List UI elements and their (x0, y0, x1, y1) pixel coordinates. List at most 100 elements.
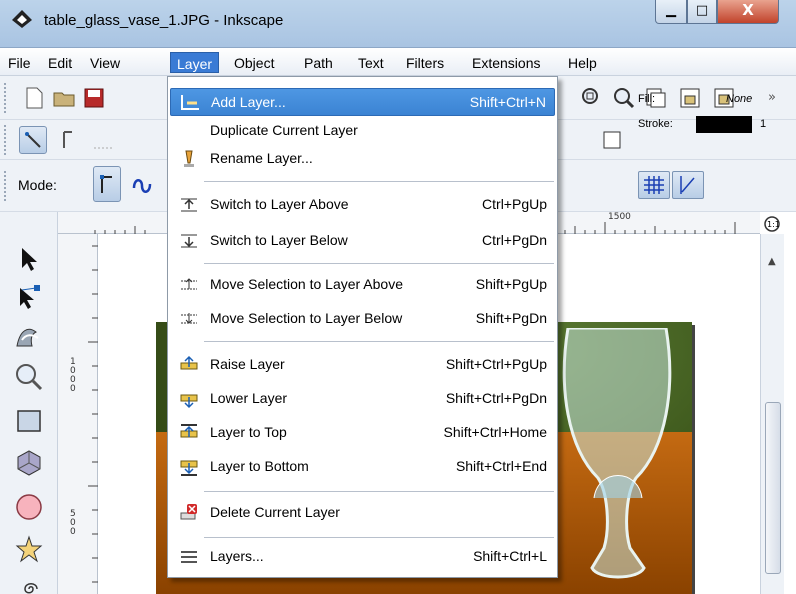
menu-switch-layer-above[interactable]: Switch to Layer Above Ctrl+PgUp (170, 191, 555, 219)
stroke-width-value[interactable]: 1 (760, 118, 766, 130)
menu-layer-to-bottom[interactable]: Layer to Bottom Shift+Ctrl+End (170, 453, 555, 481)
menu-path[interactable]: Path (298, 52, 339, 73)
lower-layer-label: Lower Layer (210, 390, 288, 406)
menu-separator (204, 181, 554, 182)
layer-to-bottom-label: Layer to Bottom (210, 458, 309, 474)
menu-extensions[interactable]: Extensions (466, 52, 546, 73)
menu-separator (204, 491, 554, 492)
add-layer-label: Add Layer... (211, 94, 286, 110)
snap-bbox-icon[interactable] (60, 128, 84, 152)
toolbar-grip[interactable] (4, 83, 12, 113)
switch-below-icon (181, 234, 197, 248)
raise-layer-label: Raise Layer (210, 356, 285, 372)
close-button[interactable]: X (717, 0, 779, 24)
layer-menu: Add Layer... Shift+Ctrl+N Duplicate Curr… (167, 76, 558, 578)
stroke-label: Stroke: (638, 118, 673, 130)
vertical-scrollbar[interactable]: ▲ (760, 234, 784, 594)
menu-separator (204, 263, 554, 264)
menu-add-layer[interactable]: Add Layer... Shift+Ctrl+N (170, 88, 555, 116)
menu-edit[interactable]: Edit (42, 52, 78, 73)
spiro-mode-icon[interactable] (130, 174, 154, 198)
rectangle-tool-icon[interactable] (14, 406, 44, 436)
menu-lower-layer[interactable]: Lower Layer Shift+Ctrl+PgDn (170, 385, 555, 413)
menu-layers-dialog[interactable]: Layers... Shift+Ctrl+L (170, 543, 555, 571)
maximize-button[interactable]: □ (687, 0, 717, 24)
spiral-tool-icon[interactable] (14, 574, 44, 594)
menu-filters[interactable]: Filters (400, 52, 450, 73)
layer-to-top-label: Layer to Top (210, 424, 287, 440)
toolbar-grip[interactable] (4, 171, 12, 201)
new-document-icon[interactable] (22, 86, 46, 110)
ruler-label-500: 5 0 0 (70, 509, 76, 537)
menu-separator (204, 341, 554, 342)
close-icon: X (742, 1, 754, 19)
raise-layer-shortcut: Shift+Ctrl+PgUp (445, 356, 547, 372)
minimize-icon: ▁ (666, 3, 676, 18)
3d-box-tool-icon[interactable] (14, 448, 44, 478)
move-selection-above-label: Move Selection to Layer Above (210, 276, 404, 292)
mode-regular-bezier-button[interactable] (93, 166, 121, 202)
tweak-tool-icon[interactable] (14, 320, 44, 350)
switch-above-label: Switch to Layer Above (210, 196, 349, 212)
open-folder-icon[interactable] (52, 86, 76, 110)
menu-layer-to-top[interactable]: Layer to Top Shift+Ctrl+Home (170, 419, 555, 447)
zoom-1-1-icon[interactable]: 1:1 (763, 216, 785, 234)
zoom-tool-icon[interactable] (14, 362, 44, 392)
bezier-mode-icon (100, 175, 112, 193)
add-layer-shortcut: Shift+Ctrl+N (469, 94, 546, 110)
menu-raise-layer[interactable]: Raise Layer Shift+Ctrl+PgUp (170, 351, 555, 379)
maximize-icon: □ (695, 3, 709, 18)
layers-dialog-icon (181, 551, 197, 563)
scrollbar-thumb[interactable] (765, 402, 781, 574)
ruler-label-1000: 1 0 0 0 (70, 357, 76, 394)
stroke-swatch[interactable] (696, 116, 752, 133)
menu-text-label: Text (358, 55, 384, 71)
menu-file[interactable]: File (2, 52, 37, 73)
menu-delete-layer[interactable]: Delete Current Layer (170, 499, 555, 527)
minimize-button[interactable]: ▁ (655, 0, 687, 24)
fill-value[interactable]: None (726, 93, 752, 105)
window-title: table_glass_vase_1.JPG - Inkscape (44, 12, 284, 29)
snap-toggle-button[interactable] (19, 126, 47, 154)
scroll-up-icon[interactable]: ▲ (768, 256, 776, 267)
menu-help[interactable]: Help (562, 52, 603, 73)
layer-to-top-shortcut: Shift+Ctrl+Home (443, 424, 547, 440)
layer-to-bottom-icon (180, 460, 198, 476)
vertical-ruler-ticks (88, 245, 98, 583)
switch-above-icon (181, 198, 197, 212)
menu-layer[interactable]: Layer (170, 52, 220, 73)
lower-layer-shortcut: Shift+Ctrl+PgDn (445, 390, 547, 406)
menu-move-selection-above[interactable]: Move Selection to Layer Above Shift+PgUp (170, 271, 555, 299)
menu-view-label: View (90, 55, 121, 71)
zoom-page-icon[interactable] (612, 86, 636, 110)
menu-help-label: Help (568, 55, 597, 71)
delete-layer-icon (180, 504, 197, 520)
snap-nodes-icon[interactable] (92, 128, 116, 152)
toolbar-overflow-icon[interactable]: » (768, 90, 792, 114)
menu-view[interactable]: View (84, 52, 126, 73)
snap-page-icon[interactable] (600, 128, 624, 152)
menu-switch-layer-below[interactable]: Switch to Layer Below Ctrl+PgDn (170, 227, 555, 255)
menu-object-label: Object (234, 55, 275, 71)
selector-tool-icon[interactable] (14, 244, 44, 274)
menu-object[interactable]: Object (228, 52, 280, 73)
switch-below-shortcut: Ctrl+PgDn (482, 232, 547, 248)
svg-text:1:1: 1:1 (767, 220, 780, 229)
ruler-label-1500: 1500 (608, 212, 631, 222)
menu-rename-layer[interactable]: Rename Layer... (170, 145, 555, 173)
move-selection-above-shortcut: Shift+PgUp (475, 276, 547, 292)
menu-duplicate-layer[interactable]: Duplicate Current Layer (170, 117, 555, 145)
duplicate-layer-label: Duplicate Current Layer (210, 122, 358, 138)
layers-dialog-label: Layers... (210, 548, 264, 564)
node-tool-icon[interactable] (14, 282, 44, 312)
ellipse-tool-icon[interactable] (14, 492, 44, 522)
group-icon[interactable] (678, 86, 702, 110)
menu-move-selection-below[interactable]: Move Selection to Layer Below Shift+PgDn (170, 305, 555, 333)
zoom-drawing-icon[interactable] (580, 86, 604, 110)
vertical-ruler[interactable]: 1 0 0 0 5 0 0 (58, 234, 98, 594)
menu-text[interactable]: Text (352, 52, 390, 73)
save-icon[interactable] (82, 86, 106, 110)
toolbar-grip[interactable] (4, 125, 12, 155)
star-tool-icon[interactable] (14, 534, 44, 564)
move-selection-below-label: Move Selection to Layer Below (210, 310, 403, 326)
